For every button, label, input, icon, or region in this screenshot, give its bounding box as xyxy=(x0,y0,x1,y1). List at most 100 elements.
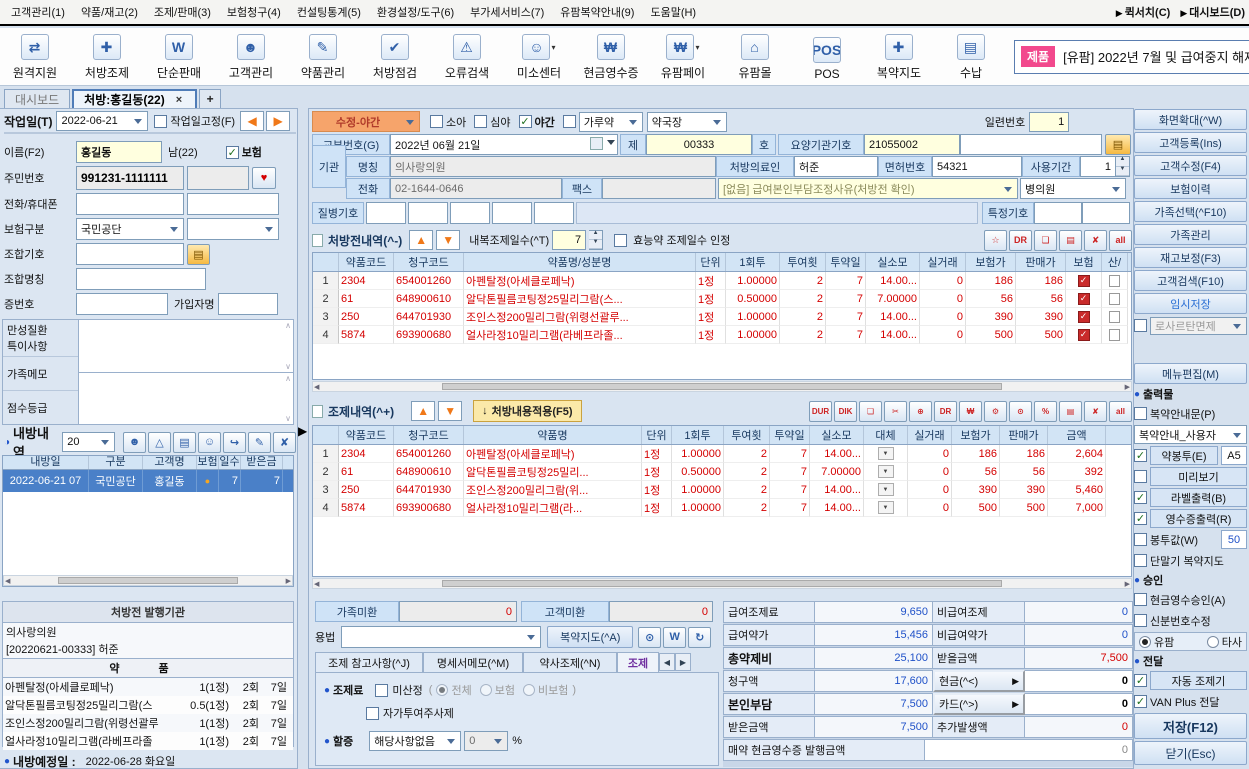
doctor-input[interactable]: 허준 xyxy=(794,156,878,177)
menu-item[interactable]: 약품/재고(2) xyxy=(74,1,145,23)
col-header[interactable]: 산/ xyxy=(1102,253,1128,271)
fax-input[interactable] xyxy=(602,178,716,199)
tab-scroll-right[interactable]: ▶ xyxy=(675,653,691,671)
col-header[interactable]: 1회투 xyxy=(672,426,724,444)
scroll-up-icon[interactable]: ∧ xyxy=(285,321,291,330)
visits-grid-icon-button[interactable]: ☻ xyxy=(123,432,146,453)
other-radio[interactable] xyxy=(1207,636,1219,648)
col-header[interactable]: 청구코드 xyxy=(394,426,464,444)
efficacy-checkbox[interactable] xyxy=(614,234,627,247)
bag-size[interactable]: A5 xyxy=(1221,446,1247,465)
insurance-checkbox[interactable]: ✓ xyxy=(1078,275,1090,287)
scroll-down-icon[interactable]: ∨ xyxy=(285,414,291,423)
phone-input[interactable] xyxy=(76,193,184,215)
move-up-button[interactable]: ▲ xyxy=(409,230,433,250)
usage-icon-button[interactable]: W xyxy=(663,627,686,648)
rx-row[interactable]: 1 2304 654001260 아펜탈정(아세클로페낙) 1정 1.00000… xyxy=(313,272,1131,290)
toolbar-button[interactable]: ₩▾ 유팜페이 xyxy=(654,32,712,81)
rx-grid-icon-button[interactable]: DR xyxy=(1009,230,1032,251)
dsp-row[interactable]: 1 2304 654001260 아펜탈정(아세클로페낙) 1정 1.00000… xyxy=(313,445,1131,463)
menu-item[interactable]: 고객관리(1) xyxy=(4,1,72,23)
org-name-input[interactable]: 의사랑의원 xyxy=(390,156,716,177)
instype-select[interactable]: 국민공단 xyxy=(76,218,184,240)
menu-item[interactable]: 부가세서비스(7) xyxy=(463,1,551,23)
col-header[interactable]: 투여횟 xyxy=(780,253,826,271)
cash-button[interactable]: 현금(^<)▶ xyxy=(933,670,1025,692)
auto-dispenser-checkbox[interactable] xyxy=(1134,674,1147,687)
dsp-grid-icon-button[interactable]: ₩ xyxy=(959,401,982,422)
name-input[interactable]: 홍길동 xyxy=(76,141,162,163)
sidebar-button[interactable]: 가족관리 xyxy=(1134,224,1247,245)
rx-row[interactable]: 2 61 648900610 알닥톤필름코팅정25밀리그람(스... 1정 0.… xyxy=(313,290,1131,308)
tab-prescription-active[interactable]: 처방:홍길동(22) × xyxy=(72,89,197,108)
fee-nonins-radio[interactable] xyxy=(523,684,535,696)
col-header[interactable]: 실소모 xyxy=(866,253,920,271)
card-value[interactable]: 0 xyxy=(1025,693,1133,715)
fee-none-checkbox[interactable] xyxy=(375,684,388,697)
extra-checkbox[interactable] xyxy=(1109,329,1120,341)
close-button[interactable]: 닫기(Esc) xyxy=(1134,741,1247,765)
sidebar-button[interactable]: 보험이력 xyxy=(1134,178,1247,199)
memo-textarea[interactable]: ∧ ∨ xyxy=(79,373,293,425)
bag-label[interactable]: 약봉투(E) xyxy=(1150,446,1218,465)
visits-grid-icon-button[interactable]: △ xyxy=(148,432,171,453)
dsp-grid-icon-button[interactable]: ⊕ xyxy=(909,401,932,422)
move-up-button[interactable]: ▲ xyxy=(411,401,435,421)
rx-grid-icon-button[interactable]: ☆ xyxy=(984,230,1007,251)
terminal-checkbox[interactable] xyxy=(1134,554,1147,567)
fee-all-radio[interactable] xyxy=(436,684,448,696)
chronic-textarea[interactable]: ∧ ∨ xyxy=(79,320,293,373)
col-header[interactable]: 단위 xyxy=(642,426,672,444)
toolbar-button[interactable]: ✚ 처방조제 xyxy=(78,32,136,81)
rx-row[interactable]: 4 5874 693900680 얼사라정10밀리그램(라베프라졸... 1정 … xyxy=(313,326,1131,344)
col-header[interactable]: 약품코드 xyxy=(339,253,394,271)
caret-down-icon[interactable]: ▾ xyxy=(551,43,555,52)
visits-grid-icon-button[interactable]: ↪ xyxy=(223,432,246,453)
self-inject-checkbox[interactable] xyxy=(366,707,379,720)
dsp-row[interactable]: 4 5874 693900680 얼사라정10밀리그램(라... 1정 1.00… xyxy=(313,499,1131,517)
visit-row[interactable]: 2022-06-21 07 국민공단 홍길동 ● 7 7 xyxy=(3,470,293,492)
move-down-button[interactable]: ▼ xyxy=(438,401,462,421)
sidebar-button[interactable]: 고객검색(F10) xyxy=(1134,270,1247,291)
dsp-grid-icon-button[interactable]: DIK xyxy=(834,401,857,422)
visits-hscrollbar[interactable]: ◀▶ xyxy=(3,575,293,586)
tab-dispense-note[interactable]: 조제 참고사항(^J) xyxy=(315,652,423,672)
mode-select[interactable]: 수정-야간 xyxy=(312,111,420,132)
col-header[interactable]: 실거래 xyxy=(908,426,952,444)
tab-dispense-active[interactable]: 조제 xyxy=(617,652,659,672)
sidebar-button[interactable]: 가족선택(^F10) xyxy=(1134,201,1247,222)
night-checkbox[interactable] xyxy=(519,115,532,128)
col-header[interactable]: 대체 xyxy=(864,426,908,444)
menu-item[interactable]: 보험청구(4) xyxy=(220,1,288,23)
toolbar-button[interactable]: ☻ 고객관리 xyxy=(222,32,280,81)
dsp-grid-icon-button[interactable]: ▤ xyxy=(1059,401,1082,422)
jumin-input[interactable]: 991231-1111111 xyxy=(76,166,184,190)
col-header[interactable]: 투약일 xyxy=(770,426,810,444)
child-checkbox[interactable] xyxy=(430,115,443,128)
dsp-grid-icon-button[interactable]: ⊙ xyxy=(1009,401,1032,422)
visits-grid-icon-button[interactable]: ✘ xyxy=(273,432,296,453)
days-spinner[interactable]: ▲▼ xyxy=(589,230,603,250)
guide-user-select[interactable]: 복약안내_사용자 xyxy=(1134,425,1247,444)
toolbar-button[interactable]: ⌂ 유팜몰 xyxy=(726,32,784,81)
usage-select[interactable] xyxy=(341,626,541,648)
surcharge-select[interactable]: 해당사항없음 xyxy=(369,731,461,751)
cert-no-input[interactable] xyxy=(76,293,168,315)
cash-value[interactable]: 0 xyxy=(1025,670,1133,692)
dashboard-menu[interactable]: ▶대시보드(D) xyxy=(1180,4,1245,20)
substitute-dropdown[interactable]: ▼ xyxy=(878,447,894,460)
subscriber-input[interactable] xyxy=(218,293,278,315)
label-print-checkbox[interactable] xyxy=(1134,491,1147,504)
union-code-input[interactable] xyxy=(76,243,184,265)
col-header[interactable]: 실소모 xyxy=(810,426,864,444)
new-tab-button[interactable]: + xyxy=(199,89,221,108)
powder-checkbox[interactable] xyxy=(563,115,576,128)
dsp-hscrollbar[interactable]: ◀▶ xyxy=(312,578,1132,589)
midnight-checkbox[interactable] xyxy=(474,115,487,128)
dsp-grid-icon-button[interactable]: DUR xyxy=(809,401,832,422)
guide-doc-checkbox[interactable] xyxy=(1134,407,1147,420)
sidebar-button[interactable]: 재고보정(F3) xyxy=(1134,247,1247,268)
cash-receipt-approve-checkbox[interactable] xyxy=(1134,593,1147,606)
menu-item[interactable]: 유팜복약안내(9) xyxy=(553,1,641,23)
copay-select[interactable]: [없음] 급여본인부담조정사유(처방전 확인) xyxy=(718,178,1018,199)
